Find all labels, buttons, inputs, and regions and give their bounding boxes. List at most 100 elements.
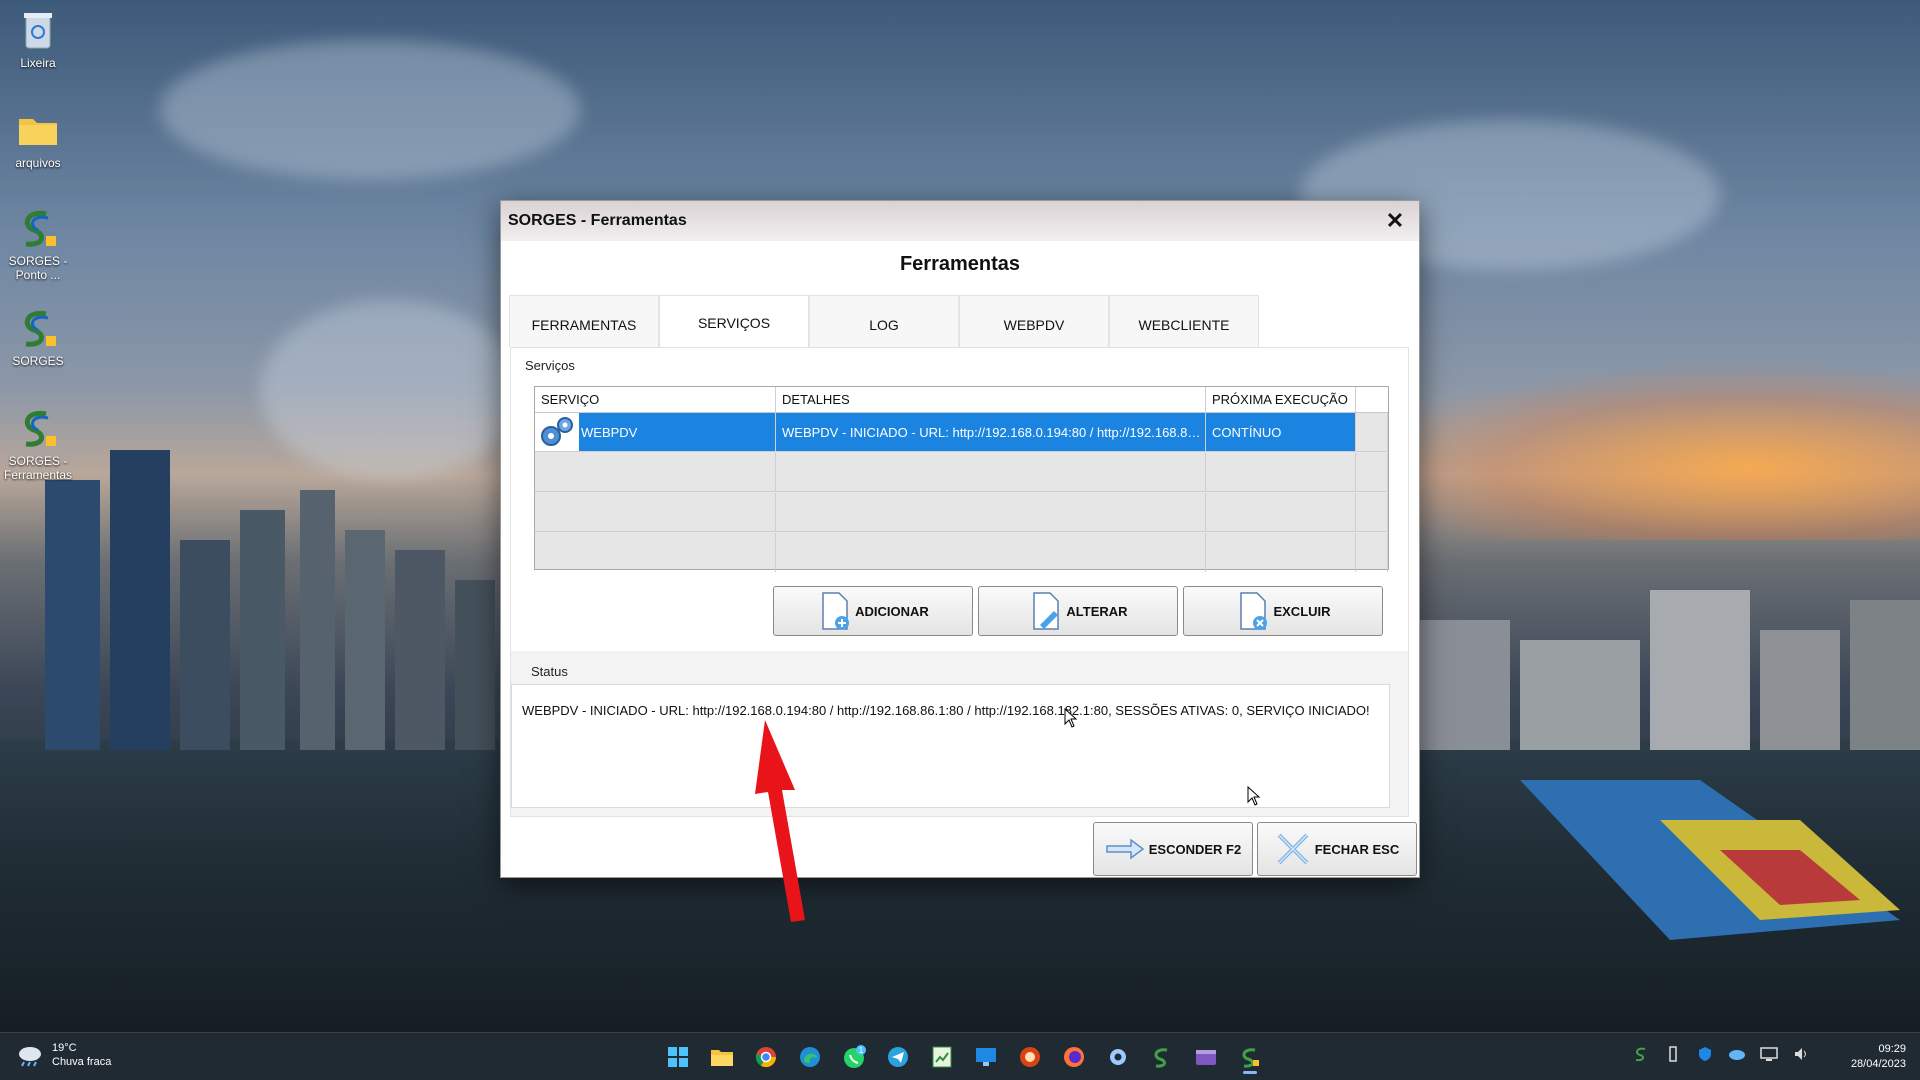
table-cell: [776, 533, 1206, 572]
close-x-icon: [1277, 833, 1309, 865]
table-header: SERVIÇO DETALHES PRÓXIMA EXECUÇÃO: [535, 387, 1388, 413]
services-group-label: Serviços: [525, 358, 575, 373]
tab-panel-servicos: Serviços SERVIÇO DETALHES PRÓXIMA EXECUÇ…: [510, 347, 1409, 817]
services-group: Serviços SERVIÇO DETALHES PRÓXIMA EXECUÇ…: [511, 348, 1408, 651]
wallpaper-skyline-right: [1420, 590, 1920, 750]
weather-widget[interactable]: 19°C Chuva fraca: [16, 1041, 111, 1069]
table-row[interactable]: WEBPDV WEBPDV - INICIADO - URL: http://1…: [535, 413, 1388, 452]
delete-button[interactable]: EXCLUIR: [1183, 586, 1383, 636]
edit-button[interactable]: ALTERAR: [978, 586, 1178, 636]
tray-defender-icon[interactable]: [1696, 1045, 1714, 1063]
cell-proxima-execucao: CONTÍNUO: [1206, 413, 1356, 451]
services-table[interactable]: SERVIÇO DETALHES PRÓXIMA EXECUÇÃO WEBPDV…: [534, 386, 1389, 572]
sorges-logo-icon: [16, 406, 60, 450]
tray-usb-icon[interactable]: [1664, 1045, 1682, 1063]
add-button-label: ADICIONAR: [855, 603, 929, 619]
sorges-logo-icon: [16, 306, 60, 350]
window-title: SORGES - Ferramentas: [508, 212, 687, 229]
start-icon[interactable]: [656, 1039, 700, 1075]
status-group-label: Status: [531, 664, 568, 679]
remote-desktop-icon[interactable]: [964, 1039, 1008, 1075]
wallpaper-skyline-left: [45, 450, 495, 750]
tab-log[interactable]: LOG: [809, 295, 959, 347]
tray-sorges-icon[interactable]: [1632, 1045, 1650, 1063]
system-tray: [1632, 1045, 1810, 1063]
file-explorer-icon[interactable]: [700, 1039, 744, 1075]
table-row: [535, 453, 1388, 492]
table-cell: [776, 493, 1206, 531]
desktop-icon-label: SORGES: [12, 354, 64, 368]
weather-desc: Chuva fraca: [52, 1056, 112, 1068]
wallpaper-stadium: [1520, 780, 1900, 940]
desktop-icon-sorges-ponto[interactable]: SORGES - Ponto ...: [2, 206, 74, 282]
clock-time: 09:29: [1878, 1043, 1906, 1055]
active-app-indicator: [1243, 1071, 1257, 1074]
desktop-icon-label: SORGES - Ferramentas: [3, 454, 73, 482]
table-cell: [1206, 493, 1356, 531]
tray-onedrive-icon[interactable]: [1728, 1045, 1746, 1063]
spreadsheet-icon[interactable]: [920, 1039, 964, 1075]
column-header-proxima-execucao[interactable]: PRÓXIMA EXECUÇÃO: [1206, 387, 1356, 412]
tab-ferramentas[interactable]: FERRAMENTAS: [509, 295, 659, 347]
table-cell: [776, 453, 1206, 491]
column-header-detalhes[interactable]: DETALHES: [776, 387, 1206, 412]
taskbar-apps: 1: [656, 1039, 1272, 1075]
desktop-icon-label: SORGES - Ponto ...: [8, 254, 68, 282]
page-title: Ferramentas: [899, 253, 1021, 275]
network-icon[interactable]: [1760, 1045, 1778, 1063]
mouse-cursor-icon: [1064, 708, 1078, 728]
weather-cloud-rain-icon: [19, 1047, 41, 1067]
wallpaper-cloud: [160, 40, 580, 180]
cell-servico-text: WEBPDV: [581, 424, 638, 440]
clock[interactable]: 09:29 28/04/2023: [1851, 1042, 1906, 1072]
tab-servicos[interactable]: SERVIÇOS: [659, 295, 809, 349]
close-button[interactable]: ✕: [1383, 209, 1407, 233]
tab-webcliente[interactable]: WEBCLIENTE: [1109, 295, 1259, 347]
folder-icon: [16, 108, 60, 152]
annotation-arrow: [755, 720, 805, 922]
edit-document-icon: [1033, 592, 1060, 630]
weather-temp: 19°C: [52, 1042, 77, 1054]
desktop-icon-arquivos[interactable]: arquivos: [2, 108, 74, 170]
volume-icon[interactable]: [1792, 1045, 1810, 1063]
delete-document-icon: [1240, 592, 1268, 630]
status-text: WEBPDV - INICIADO - URL: http://192.168.…: [522, 703, 1370, 718]
firefox-icon[interactable]: [1052, 1039, 1096, 1075]
edge-icon[interactable]: [788, 1039, 832, 1075]
add-button[interactable]: ADICIONAR: [773, 586, 973, 636]
sorges-icon[interactable]: [1140, 1039, 1184, 1075]
window-titlebar[interactable]: SORGES - Ferramentas ✕: [501, 201, 1419, 241]
tab-webpdv[interactable]: WEBPDV: [959, 295, 1109, 347]
table-cell: [1356, 453, 1388, 491]
cell-servico: WEBPDV: [535, 413, 776, 451]
cell-detalhes: WEBPDV - INICIADO - URL: http://192.168.…: [776, 413, 1206, 451]
add-document-icon: [822, 592, 850, 630]
edit-button-label: ALTERAR: [1066, 603, 1128, 619]
desktop-icon-label: Lixeira: [20, 56, 56, 70]
desktop-icon-sorges[interactable]: SORGES: [2, 306, 74, 368]
column-header-servico[interactable]: SERVIÇO: [535, 387, 776, 412]
chrome-icon[interactable]: [744, 1039, 788, 1075]
table-cell: [1206, 453, 1356, 491]
recycle-bin-icon: [16, 8, 60, 52]
telegram-icon[interactable]: [876, 1039, 920, 1075]
table-cell: [1356, 493, 1388, 531]
arrow-right-icon: [1106, 838, 1145, 860]
desktop-icon-label: arquivos: [15, 156, 61, 170]
sorges-ferramentas-icon[interactable]: [1228, 1039, 1272, 1075]
settings-icon[interactable]: [1096, 1039, 1140, 1075]
desktop-icon-recycle-bin[interactable]: Lixeira: [2, 8, 74, 70]
wallpaper-sunset: [1350, 360, 1920, 540]
cell-detalhes-text: WEBPDV - INICIADO - URL: http://192.168.…: [782, 424, 1205, 440]
close-window-button[interactable]: FECHAR ESC: [1257, 822, 1417, 876]
gears-icon: [535, 413, 579, 451]
table-cell: [1206, 533, 1356, 572]
app-red-icon[interactable]: [1008, 1039, 1052, 1075]
ferramentas-window: SORGES - Ferramentas ✕ Ferramentas FERRA…: [500, 200, 1420, 878]
sorges-logo-icon: [16, 206, 60, 250]
video-editor-icon[interactable]: [1184, 1039, 1228, 1075]
column-header-filler: [1356, 387, 1388, 412]
desktop-icon-sorges-ferramentas[interactable]: SORGES - Ferramentas: [2, 406, 74, 482]
hide-button[interactable]: ESCONDER F2: [1093, 822, 1253, 876]
whatsapp-icon[interactable]: 1: [832, 1039, 876, 1075]
